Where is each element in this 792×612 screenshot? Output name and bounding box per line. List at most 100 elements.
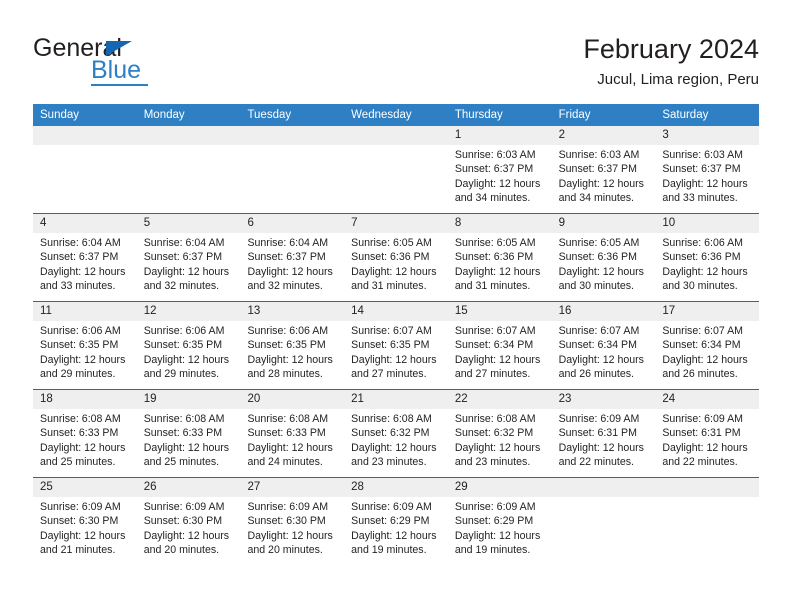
day-cell[interactable]: Sunrise: 6:06 AM Sunset: 6:35 PM Daylight:…: [240, 321, 344, 389]
day-number-empty: [655, 478, 759, 497]
day-cell[interactable]: Sunrise: 6:07 AM Sunset: 6:34 PM Daylight:…: [552, 321, 656, 389]
day-number[interactable]: 22: [448, 390, 552, 409]
day-detail-line: Sunset: 6:36 PM: [454, 251, 534, 264]
day-number[interactable]: 12: [137, 302, 241, 321]
day-detail-line: and 31 minutes.: [351, 279, 427, 292]
day-number[interactable]: 28: [344, 478, 448, 497]
day-detail-line: Sunrise: 6:05 AM: [351, 237, 432, 249]
day-number[interactable]: 23: [552, 390, 656, 409]
day-number[interactable]: 25: [33, 478, 137, 497]
day-cell[interactable]: Sunrise: 6:03 AM Sunset: 6:37 PM Daylight:…: [655, 145, 759, 213]
day-cell[interactable]: Sunrise: 6:09 AM Sunset: 6:30 PM Daylight:…: [240, 497, 344, 565]
day-detail-line: and 27 minutes.: [454, 367, 531, 380]
day-number[interactable]: 4: [33, 214, 137, 233]
day-detail-line: Sunset: 6:37 PM: [143, 251, 223, 264]
day-number[interactable]: 5: [137, 214, 241, 233]
day-detail-line: and 32 minutes.: [247, 279, 323, 292]
day-cell[interactable]: Sunrise: 6:07 AM Sunset: 6:34 PM Daylight:…: [448, 321, 552, 389]
week-daynumber-band: 25 26 27 28 29: [33, 478, 759, 497]
day-cell[interactable]: Sunrise: 6:09 AM Sunset: 6:31 PM Daylight:…: [552, 409, 656, 477]
day-cell[interactable]: Sunrise: 6:06 AM Sunset: 6:36 PM Daylight:…: [655, 233, 759, 301]
day-cell[interactable]: Sunrise: 6:08 AM Sunset: 6:33 PM Daylight:…: [137, 409, 241, 477]
day-number[interactable]: 1: [448, 126, 552, 145]
day-detail-line: Sunset: 6:33 PM: [247, 427, 326, 440]
day-cell[interactable]: Sunrise: 6:08 AM Sunset: 6:33 PM Daylight:…: [33, 409, 137, 477]
day-detail-line: Sunrise: 6:06 AM: [662, 237, 743, 249]
calendar-week-row: 11 12 13 14 15 16 17 Sunrise: 6:06 AM Sunset: 6:…: [33, 301, 759, 389]
day-detail-line: Daylight: 12 hours: [454, 353, 541, 366]
day-number[interactable]: 7: [344, 214, 448, 233]
day-number[interactable]: 26: [137, 478, 241, 497]
day-cell[interactable]: Sunrise: 6:04 AM Sunset: 6:37 PM Daylight:…: [137, 233, 241, 301]
day-detail-line: and 22 minutes.: [558, 455, 634, 468]
day-cell[interactable]: Sunrise: 6:09 AM Sunset: 6:30 PM Daylight:…: [137, 497, 241, 565]
day-number[interactable]: 6: [240, 214, 344, 233]
day-detail-line: Sunrise: 6:09 AM: [143, 501, 225, 513]
day-cell[interactable]: Sunrise: 6:04 AM Sunset: 6:37 PM Daylight:…: [33, 233, 137, 301]
day-number[interactable]: 3: [655, 126, 759, 145]
day-detail-line: Sunset: 6:37 PM: [40, 251, 119, 264]
day-detail-line: Sunrise: 6:05 AM: [454, 237, 536, 249]
day-number[interactable]: 15: [448, 302, 552, 321]
day-detail-line: Daylight: 12 hours: [454, 441, 541, 454]
day-detail-line: Daylight: 12 hours: [454, 177, 541, 190]
day-detail-line: Sunset: 6:32 PM: [351, 427, 430, 440]
day-detail-line: Daylight: 12 hours: [351, 353, 437, 366]
day-detail-line: Daylight: 12 hours: [40, 441, 126, 454]
day-number[interactable]: 8: [448, 214, 552, 233]
day-number[interactable]: 13: [240, 302, 344, 321]
day-number[interactable]: 19: [137, 390, 241, 409]
day-number[interactable]: 11: [33, 302, 137, 321]
day-detail-line: Sunset: 6:31 PM: [662, 427, 741, 440]
day-number[interactable]: 27: [240, 478, 344, 497]
day-detail-line: Sunrise: 6:04 AM: [40, 237, 121, 249]
day-cell[interactable]: Sunrise: 6:06 AM Sunset: 6:35 PM Daylight:…: [33, 321, 137, 389]
day-number[interactable]: 18: [33, 390, 137, 409]
day-number[interactable]: 14: [344, 302, 448, 321]
logo-underline: [91, 84, 148, 86]
day-cell[interactable]: Sunrise: 6:05 AM Sunset: 6:36 PM Daylight:…: [448, 233, 552, 301]
day-cell[interactable]: Sunrise: 6:09 AM Sunset: 6:29 PM Daylight:…: [344, 497, 448, 565]
day-cell[interactable]: Sunrise: 6:05 AM Sunset: 6:36 PM Daylight:…: [344, 233, 448, 301]
day-cell[interactable]: Sunrise: 6:04 AM Sunset: 6:37 PM Daylight:…: [240, 233, 344, 301]
day-detail-line: Sunrise: 6:04 AM: [143, 237, 225, 249]
day-number[interactable]: 21: [344, 390, 448, 409]
day-detail-line: Sunrise: 6:06 AM: [143, 325, 225, 337]
generalblue-logo[interactable]: General Blue: [33, 33, 233, 89]
day-number[interactable]: 9: [552, 214, 656, 233]
day-cell[interactable]: Sunrise: 6:07 AM Sunset: 6:35 PM Daylight:…: [344, 321, 448, 389]
day-number[interactable]: 29: [448, 478, 552, 497]
day-detail-line: and 30 minutes.: [662, 279, 738, 292]
day-detail-line: and 19 minutes.: [454, 543, 531, 556]
day-number[interactable]: 10: [655, 214, 759, 233]
day-detail-line: Sunrise: 6:06 AM: [247, 325, 329, 337]
day-cell[interactable]: Sunrise: 6:06 AM Sunset: 6:35 PM Daylight:…: [137, 321, 241, 389]
day-number[interactable]: 2: [552, 126, 656, 145]
day-cell-empty: [344, 145, 448, 213]
day-cell[interactable]: Sunrise: 6:03 AM Sunset: 6:37 PM Daylight:…: [448, 145, 552, 213]
day-detail-line: Sunset: 6:33 PM: [143, 427, 223, 440]
day-cell[interactable]: Sunrise: 6:09 AM Sunset: 6:31 PM Daylight:…: [655, 409, 759, 477]
week-content-row: Sunrise: 6:06 AM Sunset: 6:35 PM Daylight:…: [33, 321, 759, 389]
day-detail-line: Daylight: 12 hours: [40, 529, 126, 542]
day-cell[interactable]: Sunrise: 6:07 AM Sunset: 6:34 PM Daylight:…: [655, 321, 759, 389]
day-cell[interactable]: Sunrise: 6:08 AM Sunset: 6:33 PM Daylight:…: [240, 409, 344, 477]
day-detail-line: Sunrise: 6:07 AM: [351, 325, 432, 337]
day-cell[interactable]: Sunrise: 6:09 AM Sunset: 6:30 PM Daylight:…: [33, 497, 137, 565]
day-detail-line: and 31 minutes.: [454, 279, 531, 292]
day-detail-line: Sunrise: 6:09 AM: [662, 413, 743, 425]
day-cell[interactable]: Sunrise: 6:08 AM Sunset: 6:32 PM Daylight:…: [448, 409, 552, 477]
day-number[interactable]: 20: [240, 390, 344, 409]
day-detail-line: and 19 minutes.: [351, 543, 427, 556]
day-number[interactable]: 17: [655, 302, 759, 321]
week-content-row: Sunrise: 6:03 AM Sunset: 6:37 PM Daylight:…: [33, 145, 759, 213]
day-cell[interactable]: Sunrise: 6:03 AM Sunset: 6:37 PM Daylight:…: [552, 145, 656, 213]
day-detail-line: Sunrise: 6:07 AM: [662, 325, 743, 337]
day-cell[interactable]: Sunrise: 6:08 AM Sunset: 6:32 PM Daylight:…: [344, 409, 448, 477]
day-cell[interactable]: Sunrise: 6:09 AM Sunset: 6:29 PM Daylight:…: [448, 497, 552, 565]
day-cell[interactable]: Sunrise: 6:05 AM Sunset: 6:36 PM Daylight:…: [552, 233, 656, 301]
weekday-header-tuesday: Tuesday: [247, 109, 292, 121]
day-number[interactable]: 24: [655, 390, 759, 409]
day-number[interactable]: 16: [552, 302, 656, 321]
triangle-icon: [106, 41, 132, 56]
